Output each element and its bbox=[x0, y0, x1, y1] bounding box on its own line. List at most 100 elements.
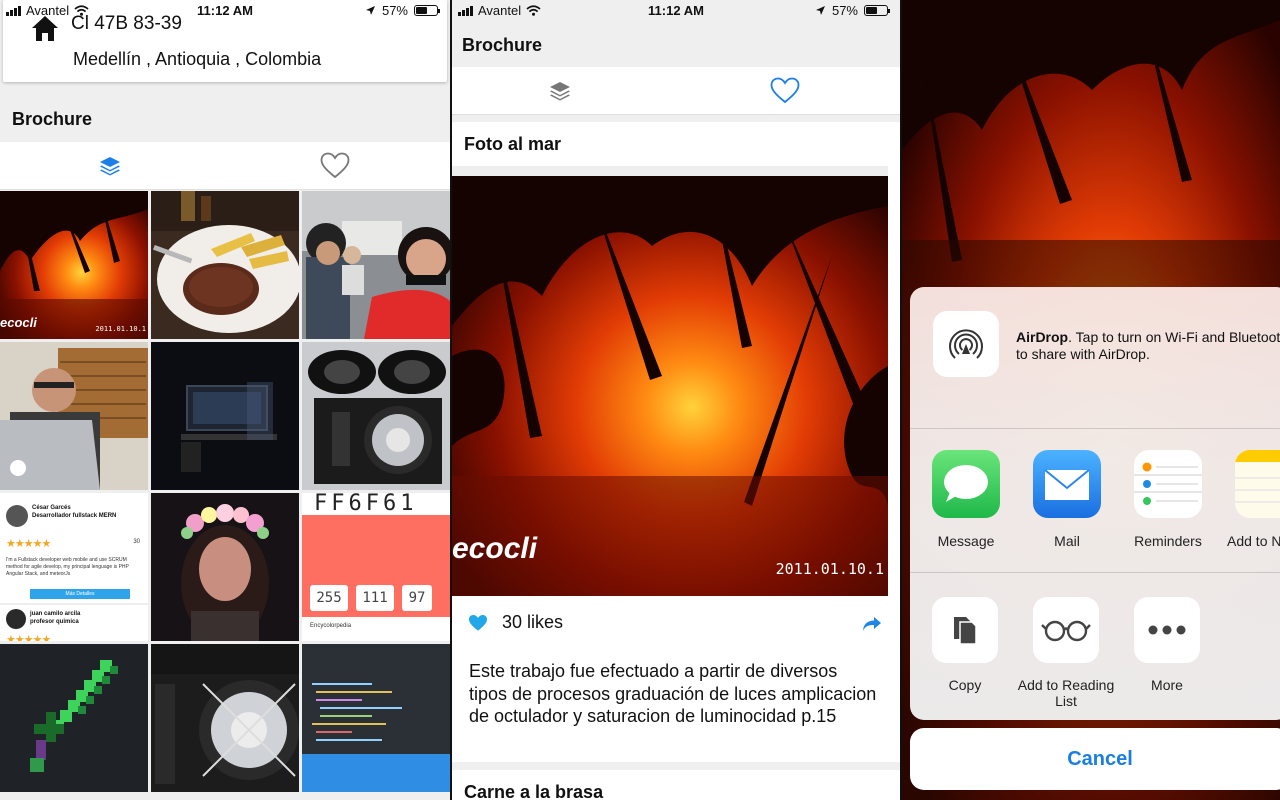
hex-code: FF6F61 bbox=[314, 493, 418, 516]
layers-icon bbox=[100, 156, 120, 175]
rgb-value: 97 bbox=[402, 585, 432, 611]
post-description: Este trabajo fue efectuado a partir de d… bbox=[469, 661, 877, 726]
code-editor-image bbox=[302, 683, 450, 792]
likes-count: 30 likes bbox=[502, 612, 564, 632]
pixel-sword-image bbox=[30, 660, 118, 772]
share-sheet: AirDrop. Tap to turn on Wi-Fi and Blueto… bbox=[910, 287, 1280, 720]
grid-photo-sunset[interactable]: ecocli 2011.01.10.1 bbox=[0, 191, 148, 339]
tv-room-image bbox=[181, 382, 277, 472]
grid-photo-steak[interactable] bbox=[151, 191, 299, 339]
action-more[interactable]: More bbox=[1117, 597, 1217, 693]
mail-icon bbox=[1033, 450, 1101, 518]
star-rating: ★★★★★ bbox=[6, 538, 51, 550]
car-selfie-image bbox=[302, 191, 450, 339]
grid-photo-tv-room[interactable] bbox=[151, 342, 299, 490]
grid-photo-profile-screenshot[interactable]: César Garcés Desarrollador fullstack MER… bbox=[0, 493, 148, 641]
share-app-notes[interactable]: Add to N bbox=[1219, 450, 1280, 549]
app-label: Mail bbox=[1054, 533, 1080, 549]
share-actions-row: Copy Add to Reading List More bbox=[910, 574, 1280, 720]
post-photo[interactable]: ecocli 2011.01.10.1 bbox=[452, 166, 888, 596]
share-apps-row: Message Mail Reminders Add to N bbox=[910, 430, 1280, 573]
share-arrow-icon[interactable] bbox=[862, 616, 882, 632]
profile-count: 30 bbox=[133, 539, 140, 545]
source-label: Encycolorpedia bbox=[310, 623, 352, 629]
photo-grid: ecocli 2011.01.10.1 César Garcés Desarro… bbox=[0, 191, 450, 792]
more-icon bbox=[1134, 597, 1200, 663]
steak-plate-image bbox=[151, 191, 299, 333]
airdrop-message-2: to share with AirDrop. bbox=[1016, 345, 1150, 362]
airdrop-title: AirDrop bbox=[1016, 329, 1069, 345]
battery-icon bbox=[414, 5, 440, 16]
reminders-icon bbox=[1134, 450, 1202, 518]
share-app-mail[interactable]: Mail bbox=[1017, 450, 1117, 549]
grid-photo-color-swatch[interactable]: FF6F61 255 111 97 Encycolorpedia bbox=[302, 493, 450, 641]
avatar bbox=[6, 609, 26, 629]
action-copy[interactable]: Copy bbox=[915, 597, 1015, 693]
tab-favorites[interactable] bbox=[225, 142, 445, 189]
post-detail-screen: Avantel 11:12 AM 57% Brochure Foto al ma… bbox=[452, 0, 900, 800]
grid-photo-code-editor[interactable] bbox=[302, 644, 450, 792]
heart-icon bbox=[770, 77, 800, 104]
profile-name: César Garcés bbox=[32, 505, 71, 511]
profile-role: profesor quimica bbox=[30, 619, 79, 625]
tab-grid[interactable] bbox=[0, 142, 220, 189]
heart-filled-icon[interactable] bbox=[468, 614, 488, 632]
next-post-title: Carne a la brasa bbox=[464, 782, 604, 800]
airdrop-button[interactable] bbox=[933, 311, 999, 377]
copy-icon bbox=[932, 597, 998, 663]
address-city: Medellín , Antioquia , Colombia bbox=[73, 49, 322, 69]
status-bar: Avantel 11:12 AM 57% bbox=[452, 0, 900, 22]
grid-photo-laptop-man[interactable] bbox=[0, 342, 148, 490]
battery-percent: 57% bbox=[381, 3, 408, 18]
photo-watermark: ecocli bbox=[452, 532, 538, 565]
app-label: Add to N bbox=[1227, 533, 1280, 549]
post-title: Foto al mar bbox=[464, 134, 562, 154]
action-reading-list[interactable]: Add to Reading List bbox=[1016, 597, 1116, 709]
action-label: Copy bbox=[948, 677, 982, 693]
profile-bio: I'm a Fullstack developer web mobile and… bbox=[6, 557, 129, 577]
post-card: Foto al mar ecocli 2011.01.10.1 30 likes… bbox=[452, 122, 900, 762]
man-laptop-image bbox=[0, 342, 148, 490]
speaker-box-image bbox=[308, 350, 446, 484]
cancel-button[interactable]: Cancel bbox=[910, 728, 1280, 790]
status-bar: Avantel 11:12 AM 57% bbox=[0, 0, 450, 22]
likes-row: 30 likes bbox=[468, 612, 563, 633]
reading-glasses-icon bbox=[1033, 597, 1099, 663]
layers-icon bbox=[550, 81, 570, 100]
avatar bbox=[6, 505, 28, 527]
rgb-values: 255 111 97 bbox=[310, 585, 432, 611]
grid-photo-flower-crown[interactable] bbox=[151, 493, 299, 641]
section-title: Brochure bbox=[12, 109, 93, 129]
share-app-reminders[interactable]: Reminders bbox=[1118, 450, 1218, 549]
grid-photo-speakers[interactable] bbox=[302, 342, 450, 490]
more-details-button: Más Detalles bbox=[30, 589, 130, 599]
heart-icon bbox=[320, 152, 350, 179]
tab-grid[interactable] bbox=[452, 67, 668, 114]
airdrop-row: AirDrop. Tap to turn on Wi-Fi and Blueto… bbox=[910, 287, 1280, 429]
share-app-messages[interactable]: Message bbox=[916, 450, 1016, 549]
battery-icon bbox=[864, 5, 890, 16]
location-arrow-icon bbox=[365, 6, 375, 15]
flower-crown-selfie-image bbox=[181, 504, 269, 641]
star-rating: ★★★★★ bbox=[6, 634, 51, 641]
photo-date-stamp: 2011.01.10.1 bbox=[95, 325, 146, 333]
photo-date-stamp: 2011.01.10.1 bbox=[775, 560, 884, 578]
rgb-value: 255 bbox=[310, 585, 348, 611]
messages-icon bbox=[932, 450, 1000, 518]
grid-photo-subwoofer[interactable] bbox=[151, 644, 299, 792]
airdrop-text: AirDrop. Tap to turn on Wi-Fi and Blueto… bbox=[1016, 329, 1280, 362]
grid-photo-car-selfie[interactable] bbox=[302, 191, 450, 339]
tab-bar bbox=[452, 67, 900, 115]
location-arrow-icon bbox=[815, 6, 825, 15]
brochure-grid-screen: Avantel 11:12 AM 57% Cl 47B 83-39 Medell… bbox=[0, 0, 450, 800]
airdrop-message: . Tap to turn on Wi-Fi and Bluetooth bbox=[1068, 329, 1280, 345]
grid-photo-pixel-sword[interactable] bbox=[0, 644, 148, 792]
app-label: Message bbox=[937, 533, 995, 549]
battery-percent: 57% bbox=[831, 3, 858, 18]
tab-favorites[interactable] bbox=[674, 67, 896, 114]
share-sheet-screen: AirDrop. Tap to turn on Wi-Fi and Blueto… bbox=[902, 0, 1280, 800]
profile-name: juan camilo arcila bbox=[30, 611, 81, 617]
next-post-card[interactable]: Carne a la brasa bbox=[452, 770, 900, 800]
tab-bar bbox=[0, 142, 450, 190]
action-label: More bbox=[1151, 677, 1183, 693]
